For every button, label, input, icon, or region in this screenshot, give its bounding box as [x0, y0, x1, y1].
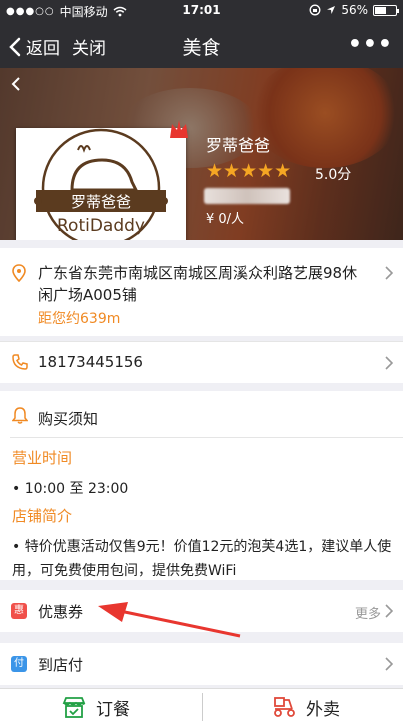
takeout-label: 外卖 [306, 699, 340, 720]
purchase-notice-section: 购买须知 营业时间 • 10:00 至 23:00 店铺简介 • 特价优惠活动仅… [0, 391, 403, 580]
phone-row[interactable]: 18173445156 [0, 341, 403, 383]
page-title: 美食 [182, 37, 221, 59]
back-label: 返回 [26, 39, 60, 59]
address-row[interactable]: 广东省东莞市南城区南城区周溪众利路艺展98休闲广场A005铺 距您约639m [0, 248, 403, 336]
battery-fill [375, 6, 387, 14]
business-hours-label: 营业时间 [12, 449, 73, 467]
star-rating: ★★★★★ [206, 161, 291, 181]
chevron-right-icon [385, 657, 393, 671]
address-text: 广东省东莞市南城区南城区周溪众利路艺展98休闲广场A005铺 [38, 264, 358, 304]
logo-text-cn: 罗蒂爸爸 [71, 193, 131, 211]
bell-icon [12, 407, 28, 424]
takeout-button[interactable]: 外卖 [272, 689, 340, 724]
pay-in-store-label: 到店付 [38, 656, 84, 674]
coupon-row[interactable]: 惠 优惠券 更多 [0, 590, 403, 632]
logo-text-en: RotiDaddy [57, 216, 145, 236]
nav-bar: 返回 关闭 美食 ••• [0, 22, 403, 68]
divider [10, 437, 403, 438]
chevron-left-icon [9, 37, 21, 56]
business-hours: • 10:00 至 23:00 [12, 481, 129, 497]
close-button[interactable]: 关闭 [72, 34, 106, 59]
distance-label: 距您约639m [38, 311, 121, 327]
phone-icon [12, 354, 28, 370]
battery-percent: 56% [341, 3, 368, 17]
crown-icon [170, 120, 188, 138]
rating-score: 5.0分 [315, 167, 352, 183]
rating-stars: ★★★★★ [206, 160, 292, 182]
coupon-label: 优惠券 [38, 603, 84, 621]
location-arrow-icon [327, 6, 336, 14]
bottom-separator [202, 693, 203, 721]
shop-intro-label: 店铺简介 [12, 507, 73, 525]
bottom-action-bar: 订餐 外卖 [0, 688, 403, 724]
status-bar: ●●●○○ 中国移动 17:01 56% [0, 0, 403, 22]
shop-intro: • 特价优惠活动仅售9元！价值12元的泡芙4选1，建议单人使用，可免费使用包间，… [12, 539, 392, 579]
more-menu-button[interactable]: ••• [348, 32, 393, 57]
shop-logo: 罗蒂爸爸 RotiDaddy [16, 128, 186, 240]
chevron-right-icon [385, 266, 393, 280]
shop-order-icon [62, 697, 86, 718]
chevron-right-icon [385, 604, 393, 618]
coupon-more-link[interactable]: 更多 [355, 603, 381, 622]
back-button[interactable]: 返回 [8, 34, 60, 59]
phone-number: 18173445156 [38, 353, 143, 371]
rotation-lock-icon [309, 4, 321, 16]
location-pin-icon [12, 264, 26, 282]
order-label: 订餐 [96, 699, 130, 720]
order-button[interactable]: 订餐 [62, 689, 130, 724]
battery-icon [373, 4, 399, 16]
average-price: ¥ 0/人 [206, 212, 245, 227]
chevron-right-icon [385, 356, 393, 370]
status-right: 56% [309, 3, 399, 17]
shop-header: 罗蒂爸爸 RotiDaddy 罗蒂爸爸 ★★★★★ 5.0分 ¥ 0/人 [0, 68, 403, 240]
shop-name: 罗蒂爸爸 [206, 136, 271, 155]
pay-badge-icon: 付 [11, 656, 27, 672]
delivery-scooter-icon [274, 697, 295, 717]
hero-back-icon[interactable] [10, 74, 22, 100]
blurred-info [204, 188, 290, 204]
notice-title: 购买须知 [38, 410, 99, 428]
pay-in-store-row[interactable]: 付 到店付 [0, 643, 403, 685]
coupon-badge-icon: 惠 [11, 603, 27, 619]
